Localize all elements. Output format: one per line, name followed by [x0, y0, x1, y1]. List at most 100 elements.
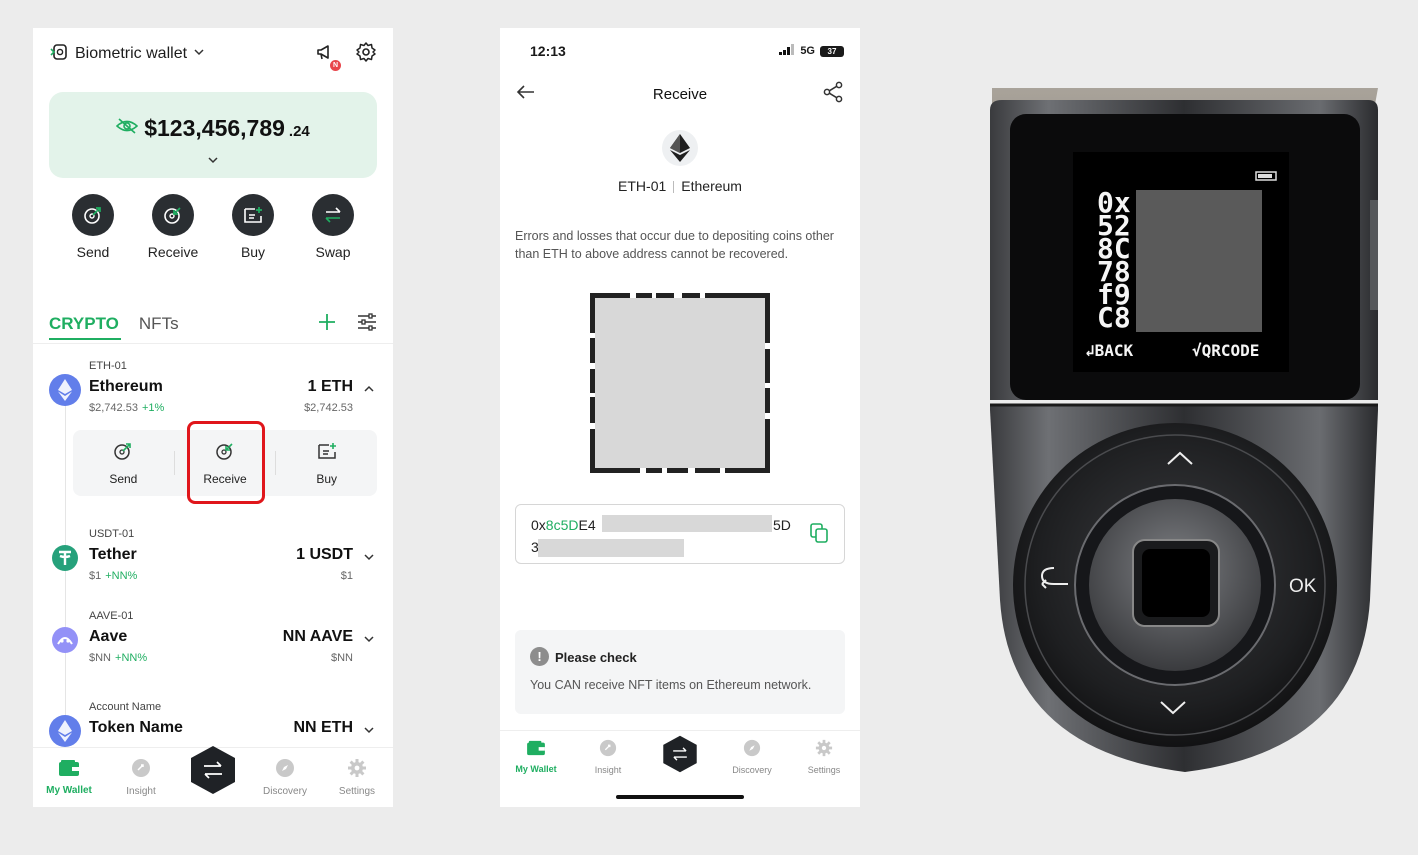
wallet-home-screen: Biometric wallet N $123,456,789.24 Send … [33, 28, 393, 807]
coin-name: Ethereum [681, 178, 742, 194]
divider [673, 181, 675, 194]
biometric-wallet-icon [49, 42, 69, 67]
send-icon [112, 440, 134, 467]
page-title: Receive [652, 85, 708, 103]
ok-button-label[interactable]: OK [1289, 576, 1317, 597]
chevron-down-icon[interactable] [193, 45, 205, 63]
insight-icon [599, 739, 617, 762]
address-box[interactable]: 0x8c5DE4 5D 3 [515, 504, 845, 564]
compass-icon [743, 739, 761, 762]
chevron-down-icon[interactable] [207, 152, 219, 170]
aave-coin-icon [52, 627, 78, 653]
asset-row-tether[interactable]: USDT-01 Tether $1 +NN% 1 USDT $1 [49, 528, 377, 588]
nav-my-wallet[interactable]: My Wallet [39, 759, 99, 796]
receive-icon [152, 194, 194, 236]
nav-label: Discovery [732, 764, 772, 775]
qr-redaction [595, 298, 765, 468]
asset-amount: 1 USDT [296, 546, 353, 563]
address-redaction [602, 515, 772, 532]
balance-amount: $123,456,789 [144, 115, 285, 141]
nav-settings[interactable]: Settings [327, 758, 387, 797]
ethereum-coin-icon [49, 374, 81, 406]
nav-label: Settings [338, 786, 376, 797]
nav-label: My Wallet [46, 785, 92, 796]
address-line-1: 0x8c5DE4 [531, 517, 596, 533]
chevron-up-icon[interactable] [363, 382, 375, 400]
asset-price: $NN [89, 652, 112, 664]
info-icon: ! [530, 647, 549, 666]
asset-price: $2,742.53 [89, 402, 138, 414]
address-tail: 5D [773, 517, 791, 533]
asset-value: $2,742.53 [304, 402, 353, 414]
wallet-icon [526, 740, 546, 761]
nav-discovery[interactable]: Discovery [722, 739, 782, 775]
nav-swap[interactable] [183, 745, 243, 795]
asset-price-row: $2,742.53 +1% [89, 402, 164, 414]
nav-label: Settings [807, 764, 841, 775]
asset-amount: NN AAVE [282, 628, 353, 645]
asset-change: +NN% [115, 652, 148, 664]
nav-discovery[interactable]: Discovery [255, 758, 315, 797]
nav-insight[interactable]: Insight [578, 739, 638, 775]
announcement-icon[interactable]: N [315, 41, 341, 71]
asset-name: Token Name [89, 719, 183, 736]
asset-row-ethereum[interactable]: ETH-01 Ethereum $2,742.53 +1% 1 ETH $2,74… [49, 360, 377, 420]
account-name: AAVE-01 [89, 610, 134, 622]
hide-balance-icon[interactable] [116, 118, 139, 139]
side-button[interactable] [1370, 200, 1378, 310]
buy-label: Buy [316, 472, 338, 486]
receive-button[interactable]: Receive [133, 194, 213, 260]
status-time: 12:13 [530, 43, 566, 59]
screen-back-label: ↲BACK [1085, 341, 1134, 360]
coin-account: ETH-01 [618, 178, 667, 194]
ethereum-send-button[interactable]: Send [73, 440, 174, 486]
network-label: 5G [800, 45, 815, 57]
screen-qrcode-label: √QRCODE [1192, 341, 1259, 360]
coin-caption: ETH-01 Ethereum [500, 178, 860, 194]
battery-icon: 37 [820, 45, 844, 57]
address-highlight: 8c5D [545, 517, 579, 533]
share-icon[interactable] [822, 81, 844, 108]
chevron-down-icon[interactable] [363, 632, 375, 650]
home-indicator [616, 795, 744, 799]
copy-icon[interactable] [810, 523, 828, 548]
bottom-navigation: My Wallet Insight Discovery Settings [33, 745, 393, 807]
asset-row-token[interactable]: Account Name Token Name NN ETH [49, 701, 377, 749]
send-button[interactable]: Send [53, 194, 133, 260]
buy-label: Buy [240, 244, 266, 260]
nav-label: Insight [594, 764, 622, 775]
wallet-name[interactable]: Biometric wallet [75, 45, 187, 63]
wallet-icon [58, 759, 80, 782]
nav-insight[interactable]: Insight [111, 758, 171, 797]
asset-row-aave[interactable]: AAVE-01 Aave $NN +NN% NN AAVE $NN [49, 610, 377, 670]
chevron-down-icon[interactable] [363, 550, 375, 568]
swap-hexagon-icon [190, 745, 236, 795]
swap-icon [312, 194, 354, 236]
send-icon [72, 194, 114, 236]
back-arrow-icon[interactable] [516, 84, 536, 105]
tab-nfts[interactable]: NFTs [139, 314, 179, 334]
balance-card[interactable]: $123,456,789.24 [49, 92, 377, 178]
signal-icon [779, 44, 795, 58]
notification-badge: N [330, 59, 341, 71]
divider [33, 343, 393, 344]
nav-my-wallet[interactable]: My Wallet [506, 740, 566, 774]
tab-crypto[interactable]: CRYPTO [49, 314, 119, 334]
chevron-down-icon[interactable] [363, 723, 375, 741]
quick-actions: Send Receive Buy Swap [53, 194, 373, 260]
asset-value: $1 [340, 570, 353, 582]
asset-amount: 1 ETH [307, 378, 353, 395]
filter-sliders-icon[interactable] [357, 312, 377, 337]
compass-icon [275, 758, 295, 783]
ethereum-coin-icon [662, 130, 698, 166]
ethereum-buy-button[interactable]: Buy [276, 440, 377, 486]
add-icon[interactable] [317, 312, 337, 337]
active-tab-underline [49, 338, 121, 340]
gear-icon[interactable] [355, 41, 377, 68]
swap-button[interactable]: Swap [293, 194, 373, 260]
nav-swap[interactable] [650, 735, 710, 778]
status-bar: 12:13 5G 37 [530, 42, 844, 60]
nav-settings[interactable]: Settings [794, 739, 854, 775]
buy-button[interactable]: Buy [213, 194, 293, 260]
wallet-header: Biometric wallet N [49, 40, 377, 71]
